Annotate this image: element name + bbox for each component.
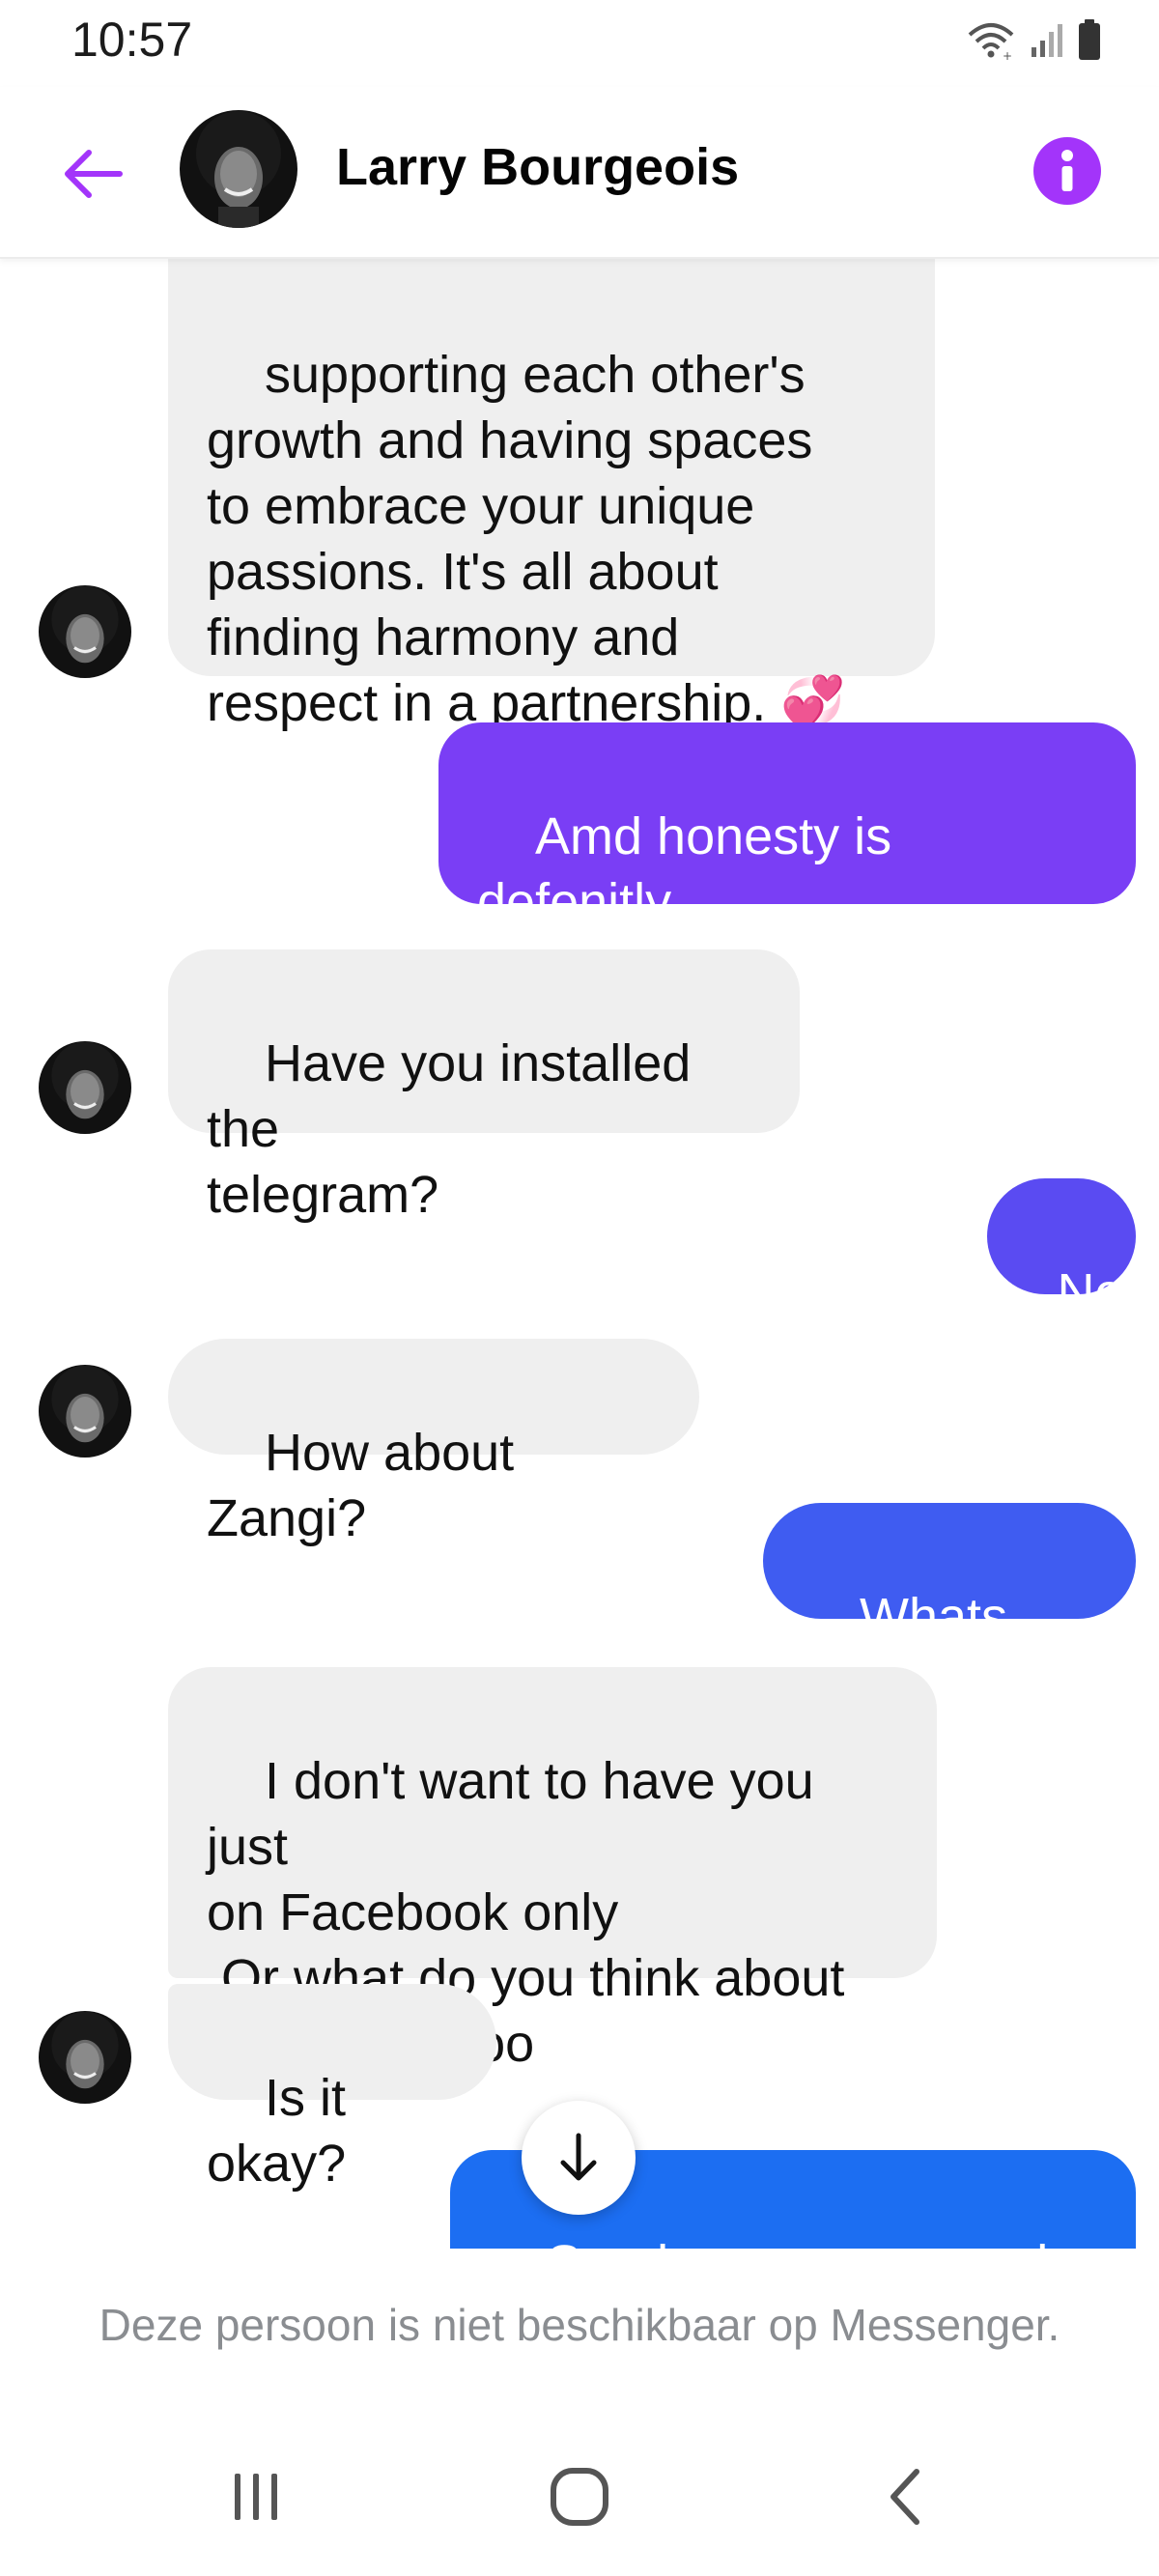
unavailable-notice: Deze persoon is niet beschikbaar op Mess… xyxy=(99,2300,1060,2350)
profile-photo xyxy=(180,110,297,228)
profile-photo xyxy=(39,2011,131,2104)
sender-avatar[interactable] xyxy=(39,2011,131,2104)
sender-avatar[interactable] xyxy=(39,585,131,678)
message-text: Have you installed the telegram? xyxy=(207,1034,692,1224)
signal-icon xyxy=(1032,24,1062,57)
back-button[interactable] xyxy=(54,135,131,212)
message-list[interactable]: supporting each other's growth and havin… xyxy=(0,259,1159,2249)
message-bubble-outgoing[interactable]: Amd honesty is defenitly no1 xyxy=(438,722,1136,997)
message-bubble-incoming[interactable]: supporting each other's growth and havin… xyxy=(168,259,935,732)
home-icon xyxy=(551,2468,608,2526)
system-navigation-bar xyxy=(0,2415,1159,2576)
message-bubble-outgoing[interactable]: Whats that? xyxy=(763,1503,1136,1712)
message-text: Is it okay? xyxy=(207,2069,361,2193)
recents-icon xyxy=(235,2474,277,2520)
sender-avatar[interactable] xyxy=(39,1365,131,1458)
contact-name[interactable]: Larry Bourgeois xyxy=(336,137,739,197)
recents-button[interactable] xyxy=(203,2453,309,2540)
message-bubble-incoming[interactable]: I don't want to have you just on Faceboo… xyxy=(168,1667,937,2073)
message-bubble-incoming[interactable]: How about Zangi? xyxy=(168,1339,699,1547)
wifi-icon: + xyxy=(968,23,1014,60)
status-time: 10:57 xyxy=(71,13,193,67)
status-bar: 10:57 + xyxy=(0,0,1159,87)
contact-avatar[interactable] xyxy=(180,110,297,228)
sender-avatar[interactable] xyxy=(39,1041,131,1134)
info-button[interactable] xyxy=(1033,137,1101,205)
battery-icon xyxy=(1079,19,1100,60)
profile-photo xyxy=(39,1041,131,1134)
message-bubble-incoming[interactable]: Have you installed the telegram? xyxy=(168,949,800,1224)
status-icons: + xyxy=(966,19,1101,62)
nav-back-button[interactable] xyxy=(852,2453,958,2540)
message-text: No xyxy=(1057,1263,1124,1321)
message-bubble-incoming[interactable]: Is it okay? xyxy=(168,1984,496,2193)
profile-photo xyxy=(39,585,131,678)
profile-photo xyxy=(39,1365,131,1458)
scroll-to-bottom-button[interactable] xyxy=(522,2101,636,2215)
unavailable-footer: Deze persoon is niet beschikbaar op Mess… xyxy=(0,2250,1159,2415)
message-text: Send me your nr amd I,ll xyxy=(489,2235,1062,2249)
conversation-header: Larry Bourgeois xyxy=(0,87,1159,259)
nav-back-icon xyxy=(890,2469,919,2525)
message-text: How about Zangi? xyxy=(207,1424,529,1547)
home-button[interactable] xyxy=(526,2453,633,2540)
message-bubble-outgoing[interactable]: No xyxy=(987,1178,1136,1321)
arrow-down-icon xyxy=(560,2133,597,2181)
back-arrow-icon xyxy=(65,150,123,198)
message-text: supporting each other's growth and havin… xyxy=(207,346,846,732)
svg-text:+: + xyxy=(1003,49,1012,60)
info-icon xyxy=(1061,150,1073,191)
